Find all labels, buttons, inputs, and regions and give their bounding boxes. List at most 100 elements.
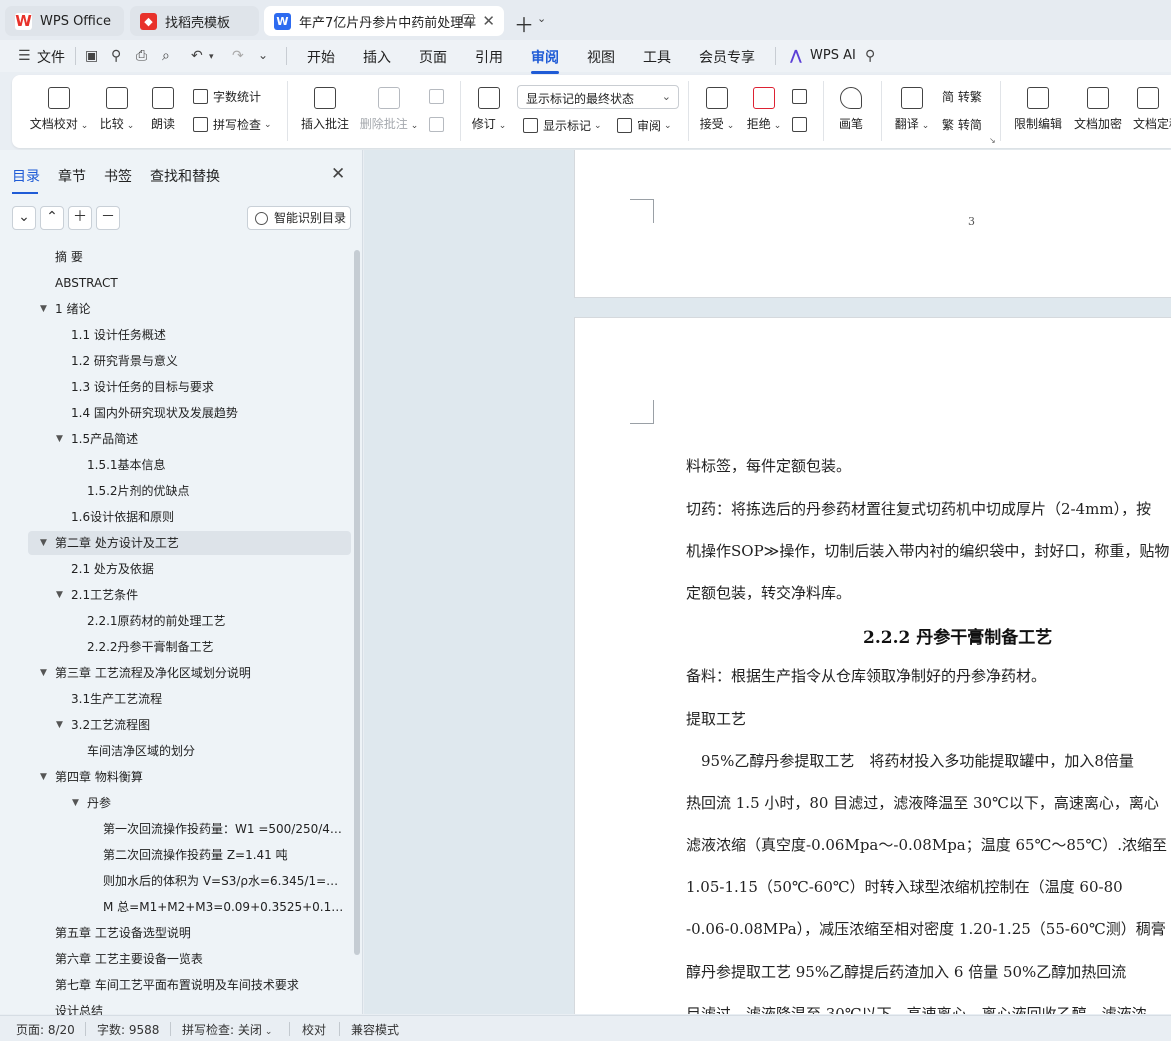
toc-item[interactable]: 1.5.2片剂的优缺点: [87, 479, 345, 503]
toc-item[interactable]: 2.1工艺条件: [71, 583, 345, 607]
save-icon[interactable]: ▣: [85, 48, 98, 64]
display-status-select[interactable]: 显示标记的最终状态 ⌄: [517, 85, 679, 109]
toc-item[interactable]: 第五章 工艺设备选型说明: [55, 921, 345, 945]
hamburger-icon[interactable]: ☰: [18, 48, 31, 64]
next-change-button[interactable]: [792, 117, 812, 132]
toc-item[interactable]: 第六章 工艺主要设备一览表: [55, 947, 345, 971]
toc-item[interactable]: 3.2工艺流程图: [71, 713, 345, 737]
toc-item[interactable]: ABSTRACT: [55, 271, 345, 295]
toc-item[interactable]: 2.2.1原药材的前处理工艺: [87, 609, 345, 633]
new-tab-icon[interactable]: ＋: [514, 9, 534, 38]
accept-button[interactable]: 接受 ⌄: [697, 87, 737, 132]
expand-all-button[interactable]: ⌄: [12, 206, 36, 230]
expand-toggle-icon[interactable]: ▼: [40, 531, 47, 555]
expand-toggle-icon[interactable]: ▼: [56, 713, 63, 737]
chevron-down-icon[interactable]: ⌄: [537, 12, 546, 25]
undo-dropdown-icon[interactable]: ▾: [209, 52, 214, 62]
toc-item[interactable]: 1.3 设计任务的目标与要求: [71, 375, 345, 399]
translate-button[interactable]: 翻译 ⌄: [892, 87, 932, 132]
reject-button[interactable]: 拒绝 ⌄: [744, 87, 784, 132]
redo-icon[interactable]: ↷: [232, 48, 244, 64]
menu-wps-ai[interactable]: WPS AI: [810, 48, 856, 63]
tab-document[interactable]: W 年产7亿片丹参片中药前处理车 ✕: [264, 6, 504, 36]
print-icon[interactable]: ⎙: [136, 48, 147, 64]
status-page[interactable]: 页面: 8/20: [16, 1021, 75, 1038]
review-pane-button[interactable]: 审阅 ⌄: [617, 117, 672, 134]
read-aloud-button[interactable]: 朗读: [146, 87, 180, 132]
toc-item[interactable]: 第四章 物料衡算: [55, 765, 345, 789]
toc-item[interactable]: 第二次回流操作投药量 Z=1.41 吨: [103, 843, 345, 867]
close-panel-icon[interactable]: ✕: [331, 164, 345, 184]
insert-comment-button[interactable]: 插入批注: [298, 87, 352, 132]
delete-comment-button[interactable]: 删除批注 ⌄: [358, 87, 420, 132]
close-tab-icon[interactable]: ✕: [482, 12, 495, 30]
toc-item[interactable]: 第七章 车间工艺平面布置说明及车间技术要求: [55, 973, 345, 997]
toc-item[interactable]: 丹参: [87, 791, 345, 815]
toc-item[interactable]: 1.4 国内外研究现状及发展趋势: [71, 401, 345, 425]
to-simplified-button[interactable]: 繁 转简: [942, 116, 982, 133]
nav-tab-bookmark[interactable]: 书签: [104, 166, 132, 186]
monitor-icon[interactable]: [462, 14, 474, 24]
pen-button[interactable]: 画笔: [834, 87, 868, 132]
remove-heading-button[interactable]: －: [96, 206, 120, 230]
toc-item[interactable]: 车间洁净区域的划分: [87, 739, 345, 763]
status-spell-check[interactable]: 拼写检查: 关闭 ⌄: [182, 1021, 272, 1038]
expand-toggle-icon[interactable]: ▼: [56, 427, 63, 451]
expand-toggle-icon[interactable]: ▼: [40, 661, 47, 685]
document-page[interactable]: 3: [574, 150, 1171, 298]
status-proofread[interactable]: 校对: [302, 1021, 326, 1038]
toc-item[interactable]: 2.2.2丹参干膏制备工艺: [87, 635, 345, 659]
wps-ai-icon[interactable]: ⋀: [790, 48, 802, 64]
menu-member[interactable]: 会员专享: [699, 47, 755, 67]
menu-review[interactable]: 审阅: [531, 47, 559, 74]
toc-item[interactable]: 1.5产品简述: [71, 427, 345, 451]
expand-toggle-icon[interactable]: ▼: [40, 765, 47, 789]
finalize-button[interactable]: 文档定稿: [1133, 87, 1171, 132]
print-preview-icon[interactable]: ⌕: [162, 48, 170, 64]
next-comment-button[interactable]: [429, 117, 449, 132]
expand-toggle-icon[interactable]: ▼: [40, 297, 47, 321]
nav-tab-find-replace[interactable]: 查找和替换: [150, 166, 220, 186]
toc-item[interactable]: 摘 要: [55, 245, 345, 269]
menu-reference[interactable]: 引用: [475, 47, 503, 67]
add-heading-button[interactable]: ＋: [68, 206, 92, 230]
word-count-button[interactable]: 字数统计: [193, 88, 261, 105]
dialog-launcher-icon[interactable]: ↘: [989, 136, 996, 145]
encrypt-button[interactable]: 文档加密: [1071, 87, 1125, 132]
toc-scrollbar[interactable]: [354, 250, 360, 955]
search-icon[interactable]: ⚲: [865, 48, 875, 64]
collapse-button[interactable]: ⌃: [40, 206, 64, 230]
toc-item[interactable]: 2.1 处方及依据: [71, 557, 345, 581]
doc-check-button[interactable]: 文档校对 ⌄: [28, 87, 90, 132]
to-traditional-button[interactable]: 简 转繁: [942, 88, 982, 105]
tab-wps-office[interactable]: W WPS Office: [5, 6, 124, 36]
toc-item[interactable]: 1.1 设计任务概述: [71, 323, 345, 347]
toc-item[interactable]: 1.5.1基本信息: [87, 453, 345, 477]
show-markup-button[interactable]: 显示标记 ⌄: [523, 117, 602, 134]
document-page[interactable]: 料标签，每件定额包装。 切药：将拣选后的丹参药材置往复式切药机中切成厚片（2-4…: [574, 317, 1171, 1014]
menu-file[interactable]: 文件: [37, 47, 65, 67]
toc-item[interactable]: 第三章 工艺流程及净化区域划分说明: [55, 661, 345, 685]
toc-item[interactable]: 1 绪论: [55, 297, 345, 321]
toc-item[interactable]: 3.1生产工艺流程: [71, 687, 345, 711]
toc-item[interactable]: M 总=M1+M2+M3=0.09+0.3525+0.16…: [103, 895, 345, 919]
menu-view[interactable]: 视图: [587, 47, 615, 67]
tab-template[interactable]: ◆ 找稻壳模板: [130, 6, 259, 36]
nav-tab-toc[interactable]: 目录: [12, 166, 40, 194]
toc-item[interactable]: 第一次回流操作投药量：W1 =500/250/4…: [103, 817, 345, 841]
spell-check-button[interactable]: 拼写检查 ⌄: [193, 116, 272, 133]
status-word-count[interactable]: 字数: 9588: [97, 1021, 159, 1038]
more-chevron-icon[interactable]: ⌄: [258, 48, 268, 62]
toc-item[interactable]: 第二章 处方设计及工艺: [55, 531, 345, 555]
expand-toggle-icon[interactable]: ▼: [56, 583, 63, 607]
toc-item[interactable]: 1.6设计依据和原则: [71, 505, 345, 529]
prev-change-button[interactable]: [792, 89, 812, 104]
menu-insert[interactable]: 插入: [363, 47, 391, 67]
track-changes-button[interactable]: 修订 ⌄: [469, 87, 509, 132]
menu-start[interactable]: 开始: [307, 47, 335, 67]
restrict-edit-button[interactable]: 限制编辑: [1011, 87, 1065, 132]
share-icon[interactable]: ⚲: [111, 48, 121, 64]
toc-item[interactable]: 1.2 研究背景与意义: [71, 349, 345, 373]
nav-tab-chapter[interactable]: 章节: [58, 166, 86, 186]
document-area[interactable]: 3 料标签，每件定额包装。 切药：将拣选后的丹参药材置往复式切药机中切成厚片（2…: [364, 150, 1171, 1014]
